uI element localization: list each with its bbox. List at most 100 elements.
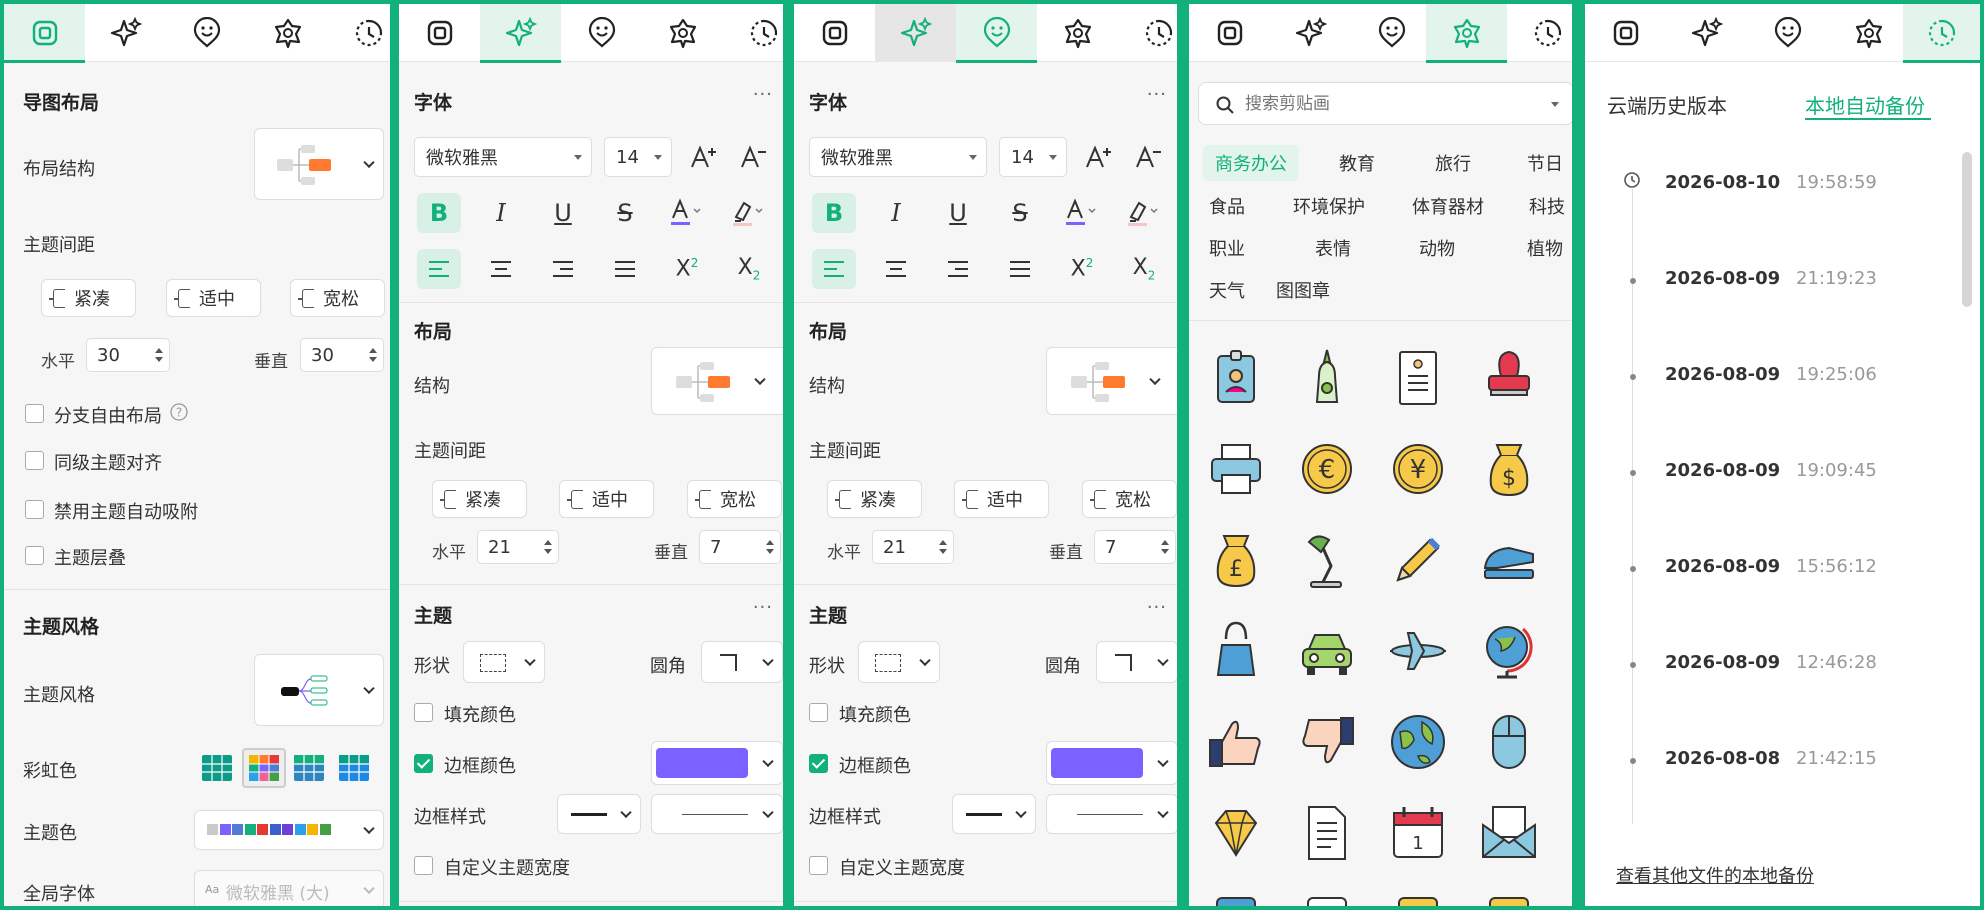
spacing-medium-button[interactable]: 适中 [954, 480, 1049, 518]
rainbow-option-1[interactable] [197, 751, 237, 785]
highlight-button[interactable] [727, 193, 771, 233]
font-family-select[interactable]: 微软雅黑 [809, 137, 987, 177]
tab-sticker[interactable] [642, 4, 723, 62]
align-center-button[interactable] [479, 249, 523, 289]
category-7[interactable]: 体育器材 [1412, 193, 1484, 219]
justify-button[interactable] [603, 249, 647, 289]
more-icon[interactable]: ··· [1147, 597, 1167, 618]
tab-ai[interactable] [1666, 4, 1747, 62]
clipart-search-box[interactable] [1198, 82, 1572, 125]
calendar-icon[interactable]: 1 [1386, 801, 1450, 865]
tab-layout[interactable] [4, 4, 85, 63]
border-color-checkbox[interactable] [809, 754, 828, 773]
free-branch-checkbox[interactable] [25, 404, 44, 423]
category-14[interactable]: 图图章 [1276, 277, 1330, 303]
pound-bag-icon[interactable]: £ [1204, 528, 1268, 592]
custom-width-checkbox[interactable] [414, 856, 433, 875]
align-center-button[interactable] [874, 249, 918, 289]
font-increase-button[interactable] [682, 137, 726, 177]
horizontal-spacing-input[interactable]: 30 [86, 338, 170, 372]
shape-select[interactable] [463, 641, 545, 683]
stepper-down-icon[interactable] [155, 357, 163, 362]
pencil-icon[interactable] [1386, 528, 1450, 592]
text-color-button[interactable] [1060, 193, 1104, 233]
category-9[interactable]: 职业 [1209, 235, 1245, 261]
global-font-select[interactable]: Aa 微软雅黑 (大) [194, 870, 384, 906]
theme-style-select[interactable] [254, 654, 384, 726]
yen-coin-icon[interactable]: ¥ [1386, 437, 1450, 501]
spacing-loose-button[interactable]: 宽松 [687, 480, 782, 518]
underline-button[interactable]: U [936, 193, 980, 233]
earth-icon[interactable] [1386, 710, 1450, 774]
align-left-button[interactable] [812, 249, 856, 289]
category-1[interactable]: 商务办公 [1203, 145, 1299, 181]
backup-entry[interactable]: 2026-08-09 12:46:28 [1665, 652, 1925, 678]
rainbow-option-4[interactable] [334, 751, 374, 785]
caret-down-icon[interactable] [1551, 101, 1559, 107]
font-increase-button[interactable] [1077, 137, 1121, 177]
tab-history[interactable] [328, 4, 390, 62]
vertical-spacing-input[interactable]: 7 [1094, 530, 1176, 564]
category-13[interactable]: 天气 [1209, 277, 1245, 303]
superscript-button[interactable]: X2 [665, 249, 709, 289]
structure-select[interactable] [651, 347, 783, 415]
thumbs-up-icon[interactable] [1204, 710, 1268, 774]
stepper-up-icon[interactable] [544, 540, 552, 545]
border-dash-select[interactable] [1046, 794, 1177, 834]
border-weight-select[interactable] [952, 794, 1036, 834]
vertical-spacing-input[interactable]: 7 [699, 530, 781, 564]
horizontal-spacing-input[interactable]: 21 [477, 530, 559, 564]
tab-emoji[interactable] [1351, 4, 1432, 62]
category-6[interactable]: 环境保护 [1293, 193, 1365, 219]
tab-sticker[interactable] [1037, 4, 1118, 62]
spacing-loose-button[interactable]: 宽松 [1082, 480, 1177, 518]
superscript-button[interactable]: X2 [1060, 249, 1104, 289]
euro-coin-icon[interactable]: € [1295, 437, 1359, 501]
border-color-select[interactable] [1046, 741, 1177, 785]
backup-entry[interactable]: 2026-08-09 19:09:45 [1665, 460, 1925, 486]
subscript-button[interactable]: X2 [727, 249, 771, 289]
tab-sticker[interactable] [1426, 4, 1507, 63]
align-right-button[interactable] [541, 249, 585, 289]
corner-select[interactable] [1096, 641, 1177, 683]
theme-color-select[interactable] [194, 810, 384, 850]
bold-button[interactable]: B [417, 193, 461, 233]
italic-button[interactable]: I [479, 193, 523, 233]
category-8[interactable]: 科技 [1529, 193, 1565, 219]
category-3[interactable]: 旅行 [1435, 150, 1471, 176]
tab-layout[interactable] [794, 4, 875, 62]
spacing-loose-button[interactable]: 宽松 [290, 279, 385, 317]
printer-icon[interactable] [1204, 437, 1268, 501]
spacing-compact-button[interactable]: 紧凑 [41, 279, 136, 317]
tab-history[interactable] [1118, 4, 1177, 62]
custom-width-checkbox[interactable] [809, 856, 828, 875]
stepper-up-icon[interactable] [1161, 540, 1169, 545]
tab-cloud-history[interactable]: 云端历史版本 [1607, 90, 1727, 119]
stepper-down-icon[interactable] [369, 357, 377, 362]
rainbow-option-2[interactable] [242, 748, 286, 788]
backup-entry[interactable]: 2026-08-10 19:58:59 [1665, 172, 1925, 198]
backup-entry[interactable]: 2026-08-08 21:42:15 [1665, 748, 1925, 774]
stepper-down-icon[interactable] [939, 549, 947, 554]
stepper-down-icon[interactable] [544, 549, 552, 554]
bold-button[interactable]: B [812, 193, 856, 233]
tab-history[interactable] [1507, 4, 1572, 62]
category-11[interactable]: 动物 [1419, 235, 1455, 261]
tab-ai[interactable] [875, 4, 956, 62]
stepper-up-icon[interactable] [155, 348, 163, 353]
id-badge-icon[interactable] [1204, 346, 1268, 410]
corner-select[interactable] [701, 641, 783, 683]
document-icon[interactable] [1386, 346, 1450, 410]
clipart-item-partial[interactable] [1216, 897, 1256, 906]
clipart-item-partial[interactable] [1489, 897, 1529, 906]
border-weight-select[interactable] [557, 794, 641, 834]
stepper-up-icon[interactable] [369, 348, 377, 353]
stepper-up-icon[interactable] [766, 540, 774, 545]
airplane-icon[interactable] [1386, 619, 1450, 683]
vertical-spacing-input[interactable]: 30 [300, 338, 384, 372]
backup-entry[interactable]: 2026-08-09 21:19:23 [1665, 268, 1925, 294]
category-10[interactable]: 表情 [1315, 235, 1351, 261]
category-12[interactable]: 植物 [1527, 235, 1563, 261]
more-icon[interactable]: ··· [1147, 84, 1167, 105]
other-backups-link[interactable]: 查看其他文件的本地备份 [1616, 862, 1814, 888]
